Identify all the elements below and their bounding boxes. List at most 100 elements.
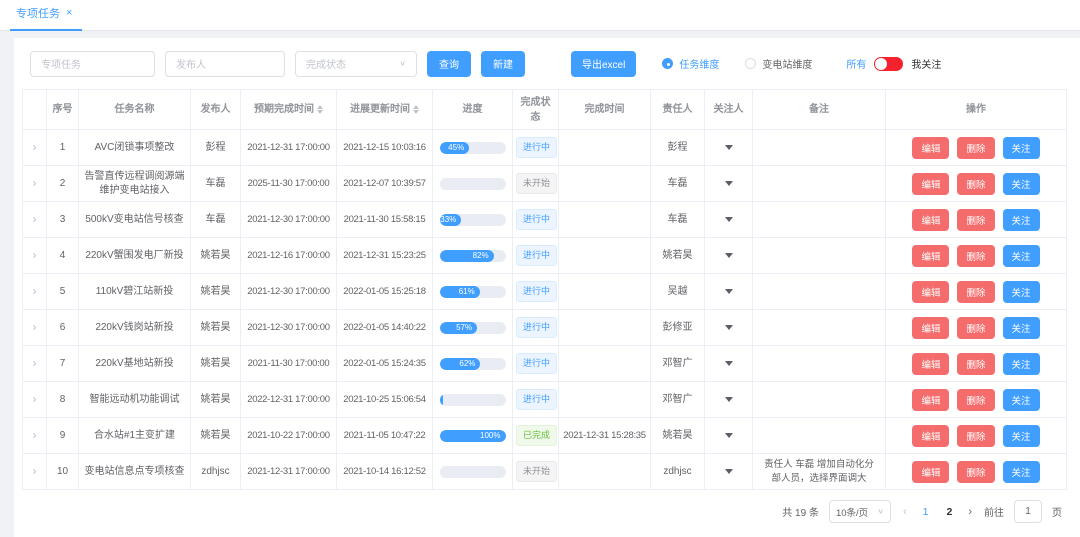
header-updated-time[interactable]: 进展更新时间 bbox=[337, 90, 433, 130]
edit-button[interactable]: 编辑 bbox=[912, 245, 949, 267]
tab-active-underline bbox=[10, 29, 82, 31]
task-name: 智能远动机功能调试 bbox=[79, 382, 191, 418]
status-badge: 进行中 bbox=[516, 389, 557, 410]
follow-button[interactable]: 关注 bbox=[1003, 461, 1040, 483]
edit-button[interactable]: 编辑 bbox=[912, 353, 949, 375]
expand-row-icon[interactable]: › bbox=[33, 247, 37, 264]
page-size-select[interactable]: 10条/页 ∨ bbox=[829, 500, 891, 523]
task-name: 220kV蟹围发电厂新投 bbox=[79, 238, 191, 274]
publisher-input[interactable]: 发布人 bbox=[165, 51, 285, 77]
expand-row-icon[interactable]: › bbox=[33, 463, 37, 480]
follower-dropdown-icon[interactable] bbox=[725, 433, 733, 438]
follow-button[interactable]: 关注 bbox=[1003, 389, 1040, 411]
expand-row-icon[interactable]: › bbox=[33, 139, 37, 156]
follower-dropdown-icon[interactable] bbox=[725, 217, 733, 222]
follow-button[interactable]: 关注 bbox=[1003, 173, 1040, 195]
edit-button[interactable]: 编辑 bbox=[912, 209, 949, 231]
delete-button[interactable]: 删除 bbox=[957, 245, 994, 267]
follow-button[interactable]: 关注 bbox=[1003, 353, 1040, 375]
tab-special-tasks[interactable]: 专项任务 × bbox=[14, 5, 80, 30]
delete-button[interactable]: 删除 bbox=[957, 353, 994, 375]
radio-station-dimension[interactable]: 变电站维度 bbox=[745, 56, 812, 71]
tab-close-icon[interactable]: × bbox=[66, 7, 72, 19]
filter-bar: 专项任务 发布人 完成状态 ∨ 查询 新建 导出excel 任务维度 变电站维度… bbox=[22, 50, 1066, 77]
progress-bar bbox=[440, 394, 506, 406]
page-number-2[interactable]: 2 bbox=[942, 506, 956, 518]
edit-button[interactable]: 编辑 bbox=[912, 389, 949, 411]
delete-button[interactable]: 删除 bbox=[957, 137, 994, 159]
expand-row-icon[interactable]: › bbox=[33, 355, 37, 372]
next-page-icon[interactable]: › bbox=[966, 506, 974, 518]
follower-dropdown-icon[interactable] bbox=[725, 145, 733, 150]
status-badge: 进行中 bbox=[516, 281, 557, 302]
task-name: 220kV基地站新投 bbox=[79, 346, 191, 382]
expected-time: 2021-11-30 17:00:00 bbox=[241, 346, 337, 382]
edit-button[interactable]: 编辑 bbox=[912, 425, 949, 447]
progress-bar: 82% bbox=[440, 250, 506, 262]
export-excel-button[interactable]: 导出excel bbox=[571, 51, 636, 77]
task-name-input[interactable]: 专项任务 bbox=[30, 51, 155, 77]
prev-page-icon[interactable]: ‹ bbox=[901, 506, 909, 518]
header-expected-time[interactable]: 预期完成时间 bbox=[241, 90, 337, 130]
finish-time bbox=[559, 238, 651, 274]
follower-dropdown-icon[interactable] bbox=[725, 253, 733, 258]
goto-page-input[interactable] bbox=[1014, 500, 1042, 523]
updated-time: 2021-10-14 16:12:52 bbox=[337, 454, 433, 490]
delete-button[interactable]: 删除 bbox=[957, 317, 994, 339]
status-badge: 未开始 bbox=[516, 173, 557, 194]
follower-dropdown-icon[interactable] bbox=[725, 361, 733, 366]
delete-button[interactable]: 删除 bbox=[957, 173, 994, 195]
expand-row-icon[interactable]: › bbox=[33, 211, 37, 228]
follower-dropdown-icon[interactable] bbox=[725, 325, 733, 330]
remark bbox=[753, 310, 886, 346]
page-unit-label: 页 bbox=[1052, 504, 1062, 519]
radio-task-label: 任务维度 bbox=[679, 56, 719, 71]
finish-time bbox=[559, 274, 651, 310]
follow-button[interactable]: 关注 bbox=[1003, 137, 1040, 159]
follow-toggle[interactable] bbox=[874, 57, 903, 71]
expand-row-icon[interactable]: › bbox=[33, 391, 37, 408]
delete-button[interactable]: 删除 bbox=[957, 425, 994, 447]
expand-row-icon[interactable]: › bbox=[33, 175, 37, 192]
follow-button[interactable]: 关注 bbox=[1003, 425, 1040, 447]
expand-row-icon[interactable]: › bbox=[33, 319, 37, 336]
expand-row-icon[interactable]: › bbox=[33, 283, 37, 300]
follow-button[interactable]: 关注 bbox=[1003, 317, 1040, 339]
follow-button[interactable]: 关注 bbox=[1003, 209, 1040, 231]
table-row: ›6220kV钱岗站新投姚若昊2021-12-30 17:00:002022-0… bbox=[23, 310, 1067, 346]
updated-time: 2021-12-07 10:39:57 bbox=[337, 166, 433, 202]
sort-icon[interactable] bbox=[317, 105, 323, 114]
table-row: ›1AVC闭锁事项整改彭程2021-12-31 17:00:002021-12-… bbox=[23, 130, 1067, 166]
status-select[interactable]: 完成状态 ∨ bbox=[295, 51, 417, 77]
delete-button[interactable]: 删除 bbox=[957, 389, 994, 411]
progress-bar bbox=[440, 178, 506, 190]
follower-dropdown-icon[interactable] bbox=[725, 397, 733, 402]
edit-button[interactable]: 编辑 bbox=[912, 137, 949, 159]
delete-button[interactable]: 删除 bbox=[957, 281, 994, 303]
header-operations: 操作 bbox=[886, 90, 1067, 130]
radio-task-dimension[interactable]: 任务维度 bbox=[662, 56, 719, 71]
create-button[interactable]: 新建 bbox=[481, 51, 525, 77]
updated-time: 2021-12-31 15:23:25 bbox=[337, 238, 433, 274]
follower-dropdown-icon[interactable] bbox=[725, 469, 733, 474]
table-row: ›3500kV变电站信号核查车磊2021-12-30 17:00:002021-… bbox=[23, 202, 1067, 238]
page-number-1[interactable]: 1 bbox=[919, 506, 933, 518]
edit-button[interactable]: 编辑 bbox=[912, 281, 949, 303]
follower-dropdown-icon[interactable] bbox=[725, 289, 733, 294]
edit-button[interactable]: 编辑 bbox=[912, 461, 949, 483]
follower-dropdown-icon[interactable] bbox=[725, 181, 733, 186]
follow-button[interactable]: 关注 bbox=[1003, 281, 1040, 303]
row-number: 8 bbox=[47, 382, 79, 418]
follow-button[interactable]: 关注 bbox=[1003, 245, 1040, 267]
query-button[interactable]: 查询 bbox=[427, 51, 471, 77]
task-name: 220kV钱岗站新投 bbox=[79, 310, 191, 346]
status-badge: 进行中 bbox=[516, 137, 557, 158]
edit-button[interactable]: 编辑 bbox=[912, 173, 949, 195]
finish-time bbox=[559, 202, 651, 238]
sort-icon[interactable] bbox=[413, 105, 419, 114]
expand-row-icon[interactable]: › bbox=[33, 427, 37, 444]
delete-button[interactable]: 删除 bbox=[957, 209, 994, 231]
owner: 车磊 bbox=[651, 202, 705, 238]
delete-button[interactable]: 删除 bbox=[957, 461, 994, 483]
edit-button[interactable]: 编辑 bbox=[912, 317, 949, 339]
